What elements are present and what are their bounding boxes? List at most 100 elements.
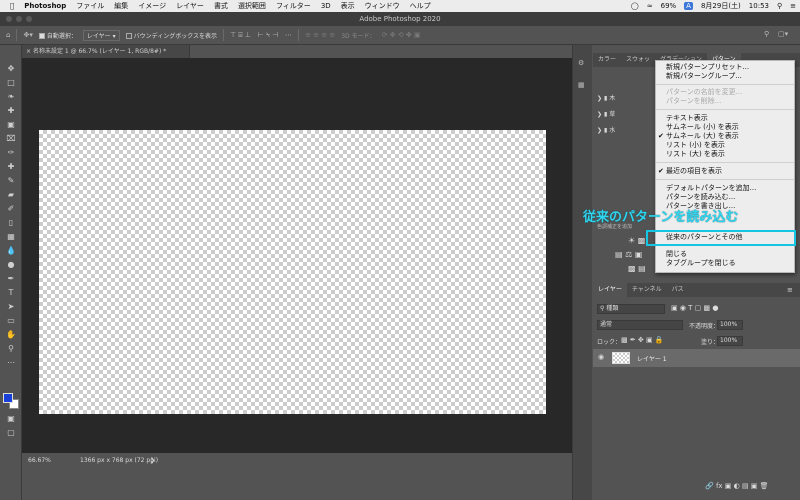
layer-name[interactable]: レイヤー 1 <box>637 354 667 363</box>
blur-tool-icon[interactable]: 💧 <box>4 245 18 257</box>
adjustment-icons-row-2[interactable]: ▤ ⚖ ▣ <box>615 250 642 259</box>
history-icon[interactable]: ⚙ <box>578 59 584 67</box>
opacity-field[interactable]: 100% <box>717 320 743 330</box>
tab-paths[interactable]: パス <box>667 283 689 297</box>
panel-menu-icon[interactable]: ≡ <box>787 286 793 294</box>
lasso-tool-icon[interactable]: ❧ <box>4 91 18 103</box>
menu-image[interactable]: イメージ <box>138 1 166 11</box>
pattern-group-wood[interactable]: ❯ ▮ 木 <box>597 93 615 102</box>
minimize-window-button[interactable] <box>16 16 22 22</box>
control-center-icon[interactable]: ≡ <box>790 2 796 10</box>
clock-date[interactable]: 8月29日(土) <box>701 1 741 11</box>
quick-select-tool-icon[interactable]: ✚ <box>4 105 18 117</box>
menu-item-append-default[interactable]: デフォルトパターンを追加... <box>666 184 756 193</box>
zoom-tool-icon[interactable]: ⚲ <box>4 343 18 355</box>
menu-item-import-patterns[interactable]: パターンを読み込む... <box>666 193 735 202</box>
document-tab[interactable]: × 名称未設定 1 @ 66.7% (レイヤー 1, RGB/8#) * <box>22 45 190 58</box>
dodge-tool-icon[interactable]: ● <box>4 259 18 271</box>
more-tools-icon[interactable]: ⋯ <box>4 357 18 369</box>
marquee-tool-icon[interactable]: □ <box>4 77 18 89</box>
zoom-level[interactable]: 66.67% <box>28 457 51 464</box>
brush-tool-icon[interactable]: ✎ <box>4 175 18 187</box>
properties-icon[interactable]: ▦ <box>578 81 585 89</box>
stamp-tool-icon[interactable]: ▰ <box>4 189 18 201</box>
foreground-color-swatch[interactable] <box>3 393 13 403</box>
menu-3d[interactable]: 3D <box>321 2 331 10</box>
visibility-eye-icon[interactable]: ◉ <box>598 353 604 361</box>
quick-mask-icon[interactable]: ▣ <box>4 413 18 425</box>
healing-brush-tool-icon[interactable]: ✚ <box>4 161 18 173</box>
path-select-tool-icon[interactable]: ➤ <box>4 301 18 313</box>
move-tool-icon[interactable]: ✥▾ <box>23 31 32 39</box>
zoom-window-button[interactable] <box>26 16 32 22</box>
tab-layers[interactable]: レイヤー <box>593 283 627 297</box>
screen-mode-icon[interactable]: ▢ <box>4 427 18 439</box>
home-icon[interactable]: ⌂ <box>6 31 10 39</box>
status-arrow-icon[interactable]: ❯ <box>150 457 155 464</box>
type-tool-icon[interactable]: T <box>4 287 18 299</box>
checkmark-icon: ✔ <box>658 167 664 175</box>
apple-icon[interactable]:  <box>10 2 14 10</box>
menu-layer[interactable]: レイヤー <box>176 1 204 11</box>
pattern-group-water[interactable]: ❯ ▮ 水 <box>597 125 615 134</box>
shape-tool-icon[interactable]: ▭ <box>4 315 18 327</box>
adjustment-icons-row-1[interactable]: ☀ ▩ <box>628 236 645 245</box>
close-tab-icon[interactable]: × <box>26 48 31 55</box>
layer-select-dropdown[interactable]: レイヤー ▾ <box>82 29 120 41</box>
menu-type[interactable]: 書式 <box>214 1 228 11</box>
menu-item-large-list[interactable]: リスト (大) を表示 <box>666 150 725 159</box>
menu-help[interactable]: ヘルプ <box>410 1 431 11</box>
gradient-tool-icon[interactable]: ▦ <box>4 231 18 243</box>
menu-item-new-pattern-preset[interactable]: 新規パターンプリセット... <box>666 63 749 72</box>
creative-cloud-icon[interactable]: ◯ <box>631 2 639 10</box>
menu-window[interactable]: ウィンドウ <box>365 1 400 11</box>
layer-filter-icons[interactable]: ▣ ◉ T ▢ ▩ ● <box>671 304 718 312</box>
input-source-icon[interactable]: A <box>684 2 693 10</box>
layer-row[interactable]: ◉ レイヤー 1 <box>593 349 800 367</box>
workspace-icon[interactable]: ▢▾ <box>778 30 788 38</box>
menu-item-text-only[interactable]: テキスト表示 <box>666 114 708 123</box>
wifi-icon[interactable]: ≈ <box>647 2 653 10</box>
menu-view[interactable]: 表示 <box>341 1 355 11</box>
pen-tool-icon[interactable]: ✒ <box>4 273 18 285</box>
menu-item-small-thumbnail[interactable]: サムネール (小) を表示 <box>666 123 739 132</box>
auto-select-checkbox[interactable]: 自動選択： <box>38 31 77 40</box>
close-window-button[interactable] <box>6 16 12 22</box>
adjustment-icons-row-3[interactable]: ▩ ▤ <box>628 264 646 273</box>
frame-tool-icon[interactable]: ⌧ <box>4 133 18 145</box>
battery-percent[interactable]: 69% <box>661 2 677 10</box>
menu-select[interactable]: 選択範囲 <box>238 1 266 11</box>
menu-app-photoshop[interactable]: Photoshop <box>24 2 66 10</box>
bounding-box-checkbox[interactable]: バウンディングボックスを表示 <box>125 31 217 40</box>
menu-edit[interactable]: 編集 <box>114 1 128 11</box>
hand-tool-icon[interactable]: ✋ <box>4 329 18 341</box>
menu-item-close-tab-group[interactable]: タブグループを閉じる <box>666 259 736 268</box>
fill-field[interactable]: 100% <box>717 336 743 346</box>
lock-icons[interactable]: ▩ ✒ ✥ ▣ 🔒 <box>621 336 664 344</box>
distribute-icons: ≡ ≡ ≡ ≡ <box>305 31 336 39</box>
crop-tool-icon[interactable]: ▣ <box>4 119 18 131</box>
eyedropper-tool-icon[interactable]: ✑ <box>4 147 18 159</box>
menu-filter[interactable]: フィルター <box>276 1 311 11</box>
history-brush-tool-icon[interactable]: ✐ <box>4 203 18 215</box>
menu-file[interactable]: ファイル <box>76 1 104 11</box>
menu-item-show-recent[interactable]: ✔ 最近の項目を表示 <box>658 167 722 176</box>
align-icons[interactable]: ⊤ ⌸ ⊥ ⊢ ⍀ ⊣ ⋯ <box>230 31 292 40</box>
tab-swatches[interactable]: スウォッ <box>621 53 655 67</box>
transparent-canvas[interactable] <box>39 130 546 414</box>
pattern-group-grass[interactable]: ❯ ▮ 草 <box>597 109 615 118</box>
clock-time[interactable]: 10:53 <box>749 2 769 10</box>
eraser-tool-icon[interactable]: ▯ <box>4 217 18 229</box>
menu-item-close[interactable]: 閉じる <box>666 250 687 259</box>
search-icon[interactable]: ⚲ <box>764 30 769 38</box>
blend-mode-dropdown[interactable]: 通常 <box>597 320 683 330</box>
tab-color[interactable]: カラー <box>593 53 621 67</box>
menu-item-new-pattern-group[interactable]: 新規パターングループ... <box>666 72 742 81</box>
layer-filter-dropdown[interactable]: ⚲ 種類 <box>597 304 665 314</box>
search-icon[interactable]: ⚲ <box>777 2 782 10</box>
move-tool-icon[interactable]: ✥ <box>4 63 18 75</box>
menu-item-small-list[interactable]: リスト (小) を表示 <box>666 141 725 150</box>
menu-item-large-thumbnail[interactable]: ✔ サムネール (大) を表示 <box>658 132 739 141</box>
tab-channels[interactable]: チャンネル <box>627 283 667 297</box>
layer-action-icons[interactable]: 🔗 fx ▣ ◐ ▤ ▣ 🗑 <box>705 482 769 490</box>
